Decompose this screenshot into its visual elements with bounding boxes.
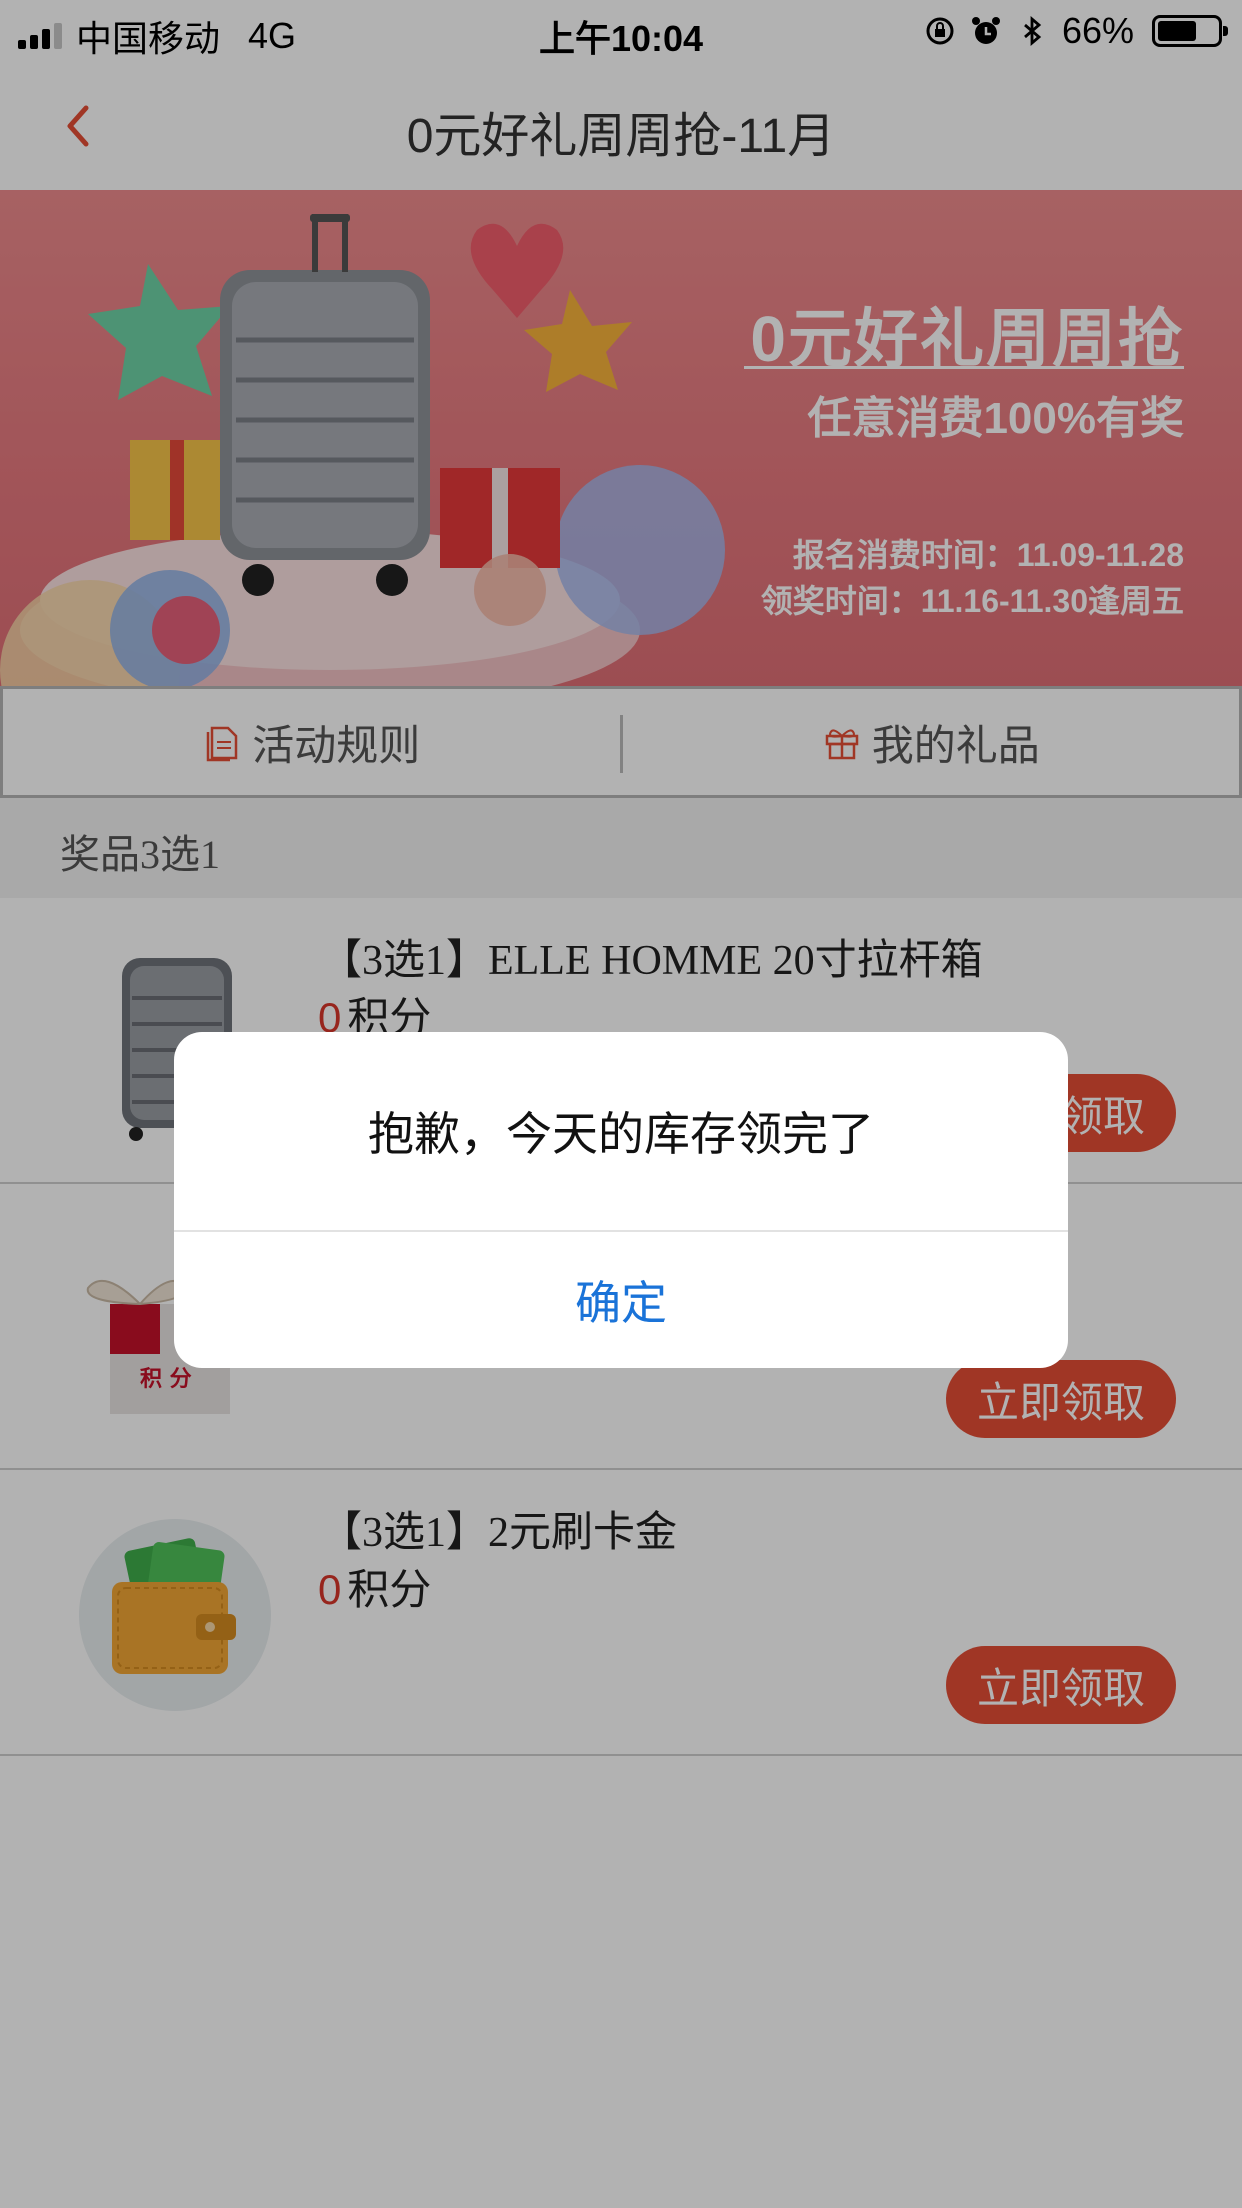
confirm-button[interactable]: 确定: [174, 1232, 1068, 1368]
dialog-message: 抱歉，今天的库存领完了: [368, 1108, 874, 1160]
alert-dialog: 抱歉，今天的库存领完了 确定: [174, 1032, 1068, 1368]
